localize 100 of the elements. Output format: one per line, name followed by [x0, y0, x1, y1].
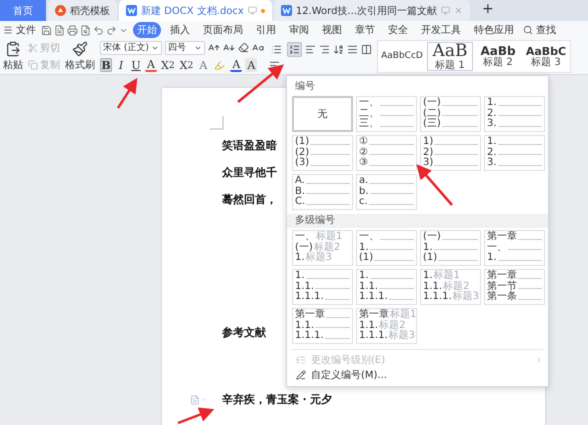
multilevel-option[interactable]: 第一章 一、 1. [484, 230, 545, 266]
format-button[interactable]: B [100, 58, 112, 72]
multilevel-option[interactable]: 第一章 1.1. 1.1.1. [292, 308, 353, 344]
list-number: A. [295, 176, 305, 186]
format-button[interactable]: A [230, 58, 242, 72]
caret-icon [200, 396, 207, 403]
ribbon-tab[interactable]: 审阅 [285, 22, 313, 38]
section-title: 多级编号 [287, 214, 548, 228]
list-number: 1. [487, 253, 497, 264]
multilevel-option[interactable]: 1. 1.1. 1.1.1. [356, 269, 417, 305]
list-number: 1. [359, 271, 369, 282]
ribbon-tab[interactable]: 章节 [351, 22, 379, 38]
heading-label: 标题3 [388, 331, 415, 342]
format-button[interactable]: A [245, 58, 258, 72]
list-number: 一、 [487, 242, 507, 253]
format-button[interactable]: I [115, 58, 127, 72]
list-number: ② [359, 148, 368, 158]
style-option[interactable]: AaBbCcD [379, 42, 425, 71]
document-tab[interactable]: 稻壳模板 [48, 0, 117, 21]
ribbon-tab[interactable]: 插入 [166, 22, 194, 38]
monitor-icon [440, 6, 450, 15]
section-heading: 参考文献 [222, 325, 266, 341]
font-size-select[interactable]: 四号 [165, 40, 205, 54]
ribbon-tab[interactable]: 页面布局 [199, 22, 247, 38]
new-tab-button[interactable]: + [482, 1, 494, 17]
numbering-option[interactable]: 一、 二、 三、 [356, 96, 417, 132]
document-tab[interactable]: 12.Word技...次引用同一篇文献 [274, 0, 470, 21]
list-number: (一) [295, 242, 313, 253]
ribbon-tab[interactable]: 开始 [133, 22, 161, 38]
list-number: 1.1.1. [359, 292, 388, 303]
poem-line: 众里寻他千 [222, 165, 277, 181]
list-number: 二、 [359, 108, 379, 119]
numbering-option[interactable]: (一) (二) (三) [420, 96, 481, 132]
list-number: 2) [423, 148, 434, 158]
list-number: 一、 [295, 232, 315, 242]
style-option[interactable]: AaBb 标题 2 [475, 42, 521, 71]
multilevel-option[interactable]: 第一章 第一节 第一条 [484, 269, 545, 305]
ribbon-tab[interactable]: 开发工具 [417, 22, 465, 38]
list-number: 1. [487, 137, 497, 148]
list-number: 第一节 [487, 282, 517, 292]
list-number: 1. [295, 253, 305, 264]
grow-font-icon [208, 42, 220, 54]
numbering-option[interactable]: A. B. C. [292, 174, 353, 210]
numbering-option[interactable]: (1) (2) (3) [292, 135, 353, 171]
multilevel-option[interactable]: 一、 1. (1) [356, 230, 417, 266]
numbering-option[interactable]: 无 [292, 96, 353, 132]
list-number: (一) [423, 98, 441, 108]
list-number: c. [359, 197, 368, 208]
close-icon [454, 6, 463, 15]
ribbon-tab[interactable]: 安全 [384, 22, 412, 38]
home-button[interactable]: 首页 [0, 0, 46, 21]
multilevel-option[interactable]: 1. 1.1. 1.1.1. [292, 269, 353, 305]
format-painter-button[interactable]: 格式刷 [65, 41, 95, 72]
save-icon [41, 24, 52, 36]
multilevel-option[interactable]: (一) 1. (1) [420, 230, 481, 266]
format-button[interactable]: A [197, 58, 210, 72]
list-number: 一、 [359, 232, 379, 242]
numbering-option[interactable]: 1) 2) 3) [420, 135, 481, 171]
ribbon-tab[interactable]: 引用 [252, 22, 280, 38]
multilevel-option[interactable]: 一、标题1 (一)标题2 1.标题3 [292, 230, 353, 266]
list-number: 第一条 [487, 292, 517, 303]
list-number: 第一章 [295, 310, 325, 320]
list-number: b. [359, 186, 369, 198]
document-tab[interactable]: 新建 DOCX 文档.docx [119, 0, 272, 21]
numbering-option[interactable]: 1. 2. 3. [484, 96, 545, 132]
format-button[interactable]: U [130, 58, 142, 72]
ribbon-tab[interactable]: 特色应用 [470, 22, 518, 38]
redo-icon [106, 24, 117, 36]
numbering-option[interactable]: 1. 2. 3. [484, 135, 545, 171]
list-number: 1. [359, 242, 369, 253]
numbering-button[interactable] [287, 42, 302, 57]
list-number: 1. [487, 98, 497, 108]
list-number: B. [295, 186, 306, 197]
line-spacing-icon [347, 44, 358, 55]
search-button[interactable]: 查找 [523, 23, 556, 37]
ribbon-tab[interactable]: 视图 [318, 22, 346, 38]
border-icon [361, 44, 372, 55]
list-number: a. [359, 176, 368, 186]
option-label: 无 [318, 108, 328, 121]
list-number: (1) [295, 137, 310, 148]
format-button[interactable]: A [145, 58, 157, 72]
multilevel-option[interactable]: 1.标题1 1.1.标题2 1.1.1.标题3 [420, 269, 481, 305]
file-menu[interactable]: 文件 [3, 23, 36, 37]
list-number: 3) [423, 158, 434, 169]
font-select[interactable]: 宋体 (正文) [100, 40, 162, 54]
numbering-option[interactable]: a. b. c. [356, 174, 417, 210]
poem-line: 蓦然回首， [222, 192, 277, 208]
numbering-option[interactable]: ① ② ③ [356, 135, 417, 171]
list-number: 2. [487, 148, 497, 158]
menu-item[interactable]: 自定义编号(M)... [292, 367, 543, 382]
multilevel-option[interactable]: 第一章标题1 1.1.标题2 1.1.1.标题3 [356, 308, 417, 344]
style-option[interactable]: AaBbC 标题 3 [523, 42, 569, 71]
style-option[interactable]: AaB 标题 1 [427, 42, 473, 71]
list-number: 第一章 [359, 310, 389, 320]
paste-button[interactable]: 粘贴 [3, 41, 23, 72]
list-number: (二) [423, 108, 441, 119]
shrink-font-icon [223, 42, 235, 54]
list-number: (一) [423, 232, 441, 242]
menu-icon [3, 25, 13, 35]
list-number: 2. [487, 108, 497, 119]
